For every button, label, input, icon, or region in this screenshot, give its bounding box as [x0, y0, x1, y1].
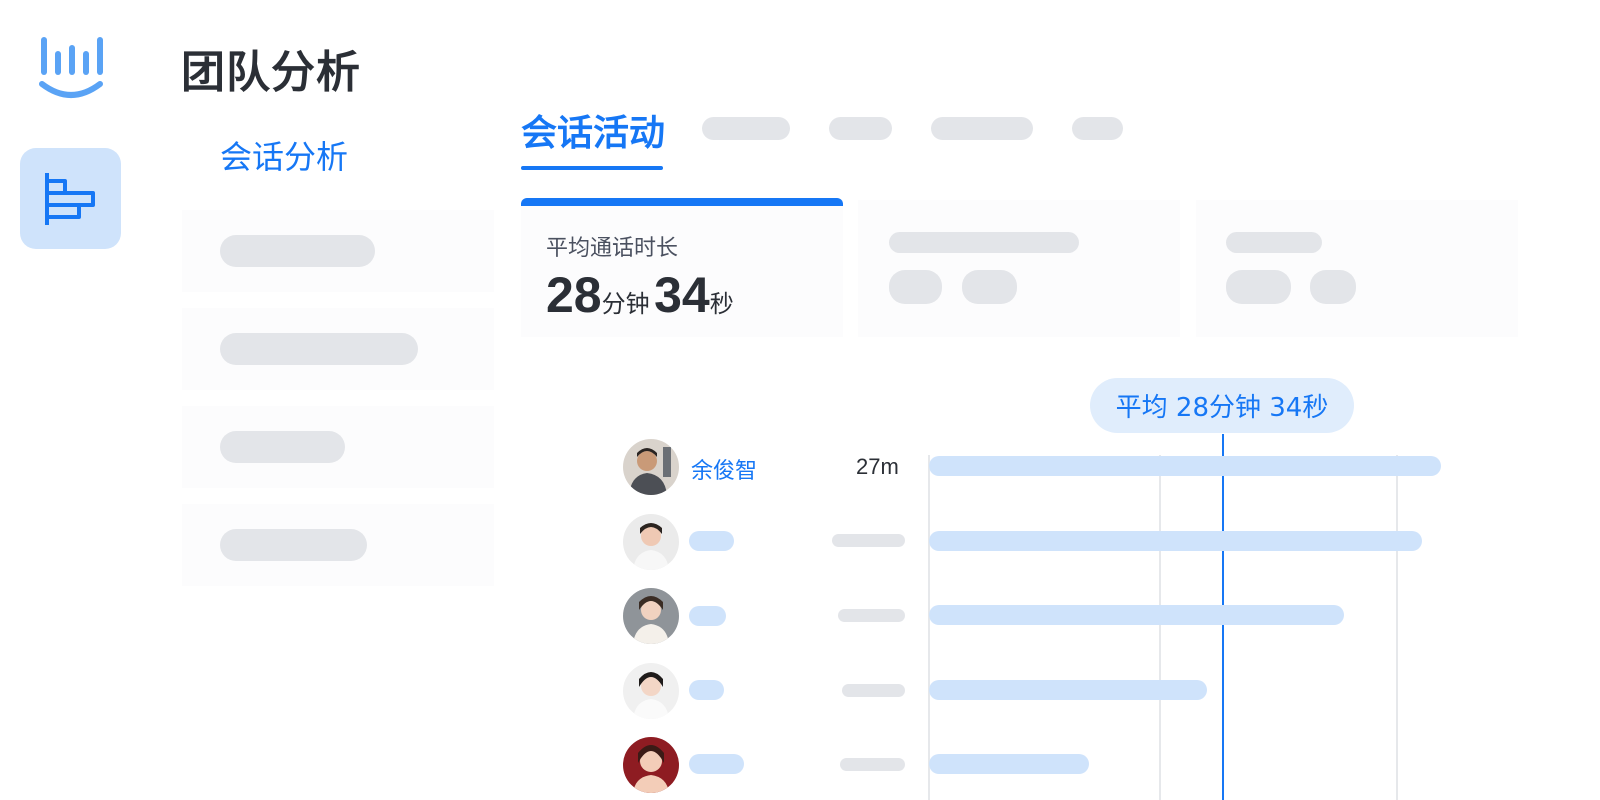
stat-seconds-unit: 秒: [709, 291, 734, 318]
tab-active-indicator: [521, 166, 663, 170]
bar-row-3[interactable]: [929, 605, 1344, 625]
chart-gridline: [1396, 455, 1398, 800]
skeleton-label: [889, 232, 1079, 253]
stat-seconds: 34: [654, 267, 710, 323]
row-name[interactable]: 余俊智: [691, 453, 757, 485]
skeleton-label: [220, 529, 367, 561]
subnav-item-placeholder[interactable]: [182, 406, 494, 488]
skeleton-label: [220, 431, 345, 463]
stat-value: 28分钟 34秒: [546, 266, 734, 324]
skeleton-name: [689, 606, 726, 626]
bar-chart-smile-logo-icon: [39, 37, 103, 98]
skeleton-name: [689, 754, 744, 774]
subnav-item-conversation-analysis[interactable]: 会话分析: [220, 132, 348, 178]
skeleton-value: [1226, 270, 1291, 304]
page-title: 团队分析: [181, 47, 361, 98]
tab-placeholder[interactable]: [931, 117, 1033, 140]
subnav-item-placeholder[interactable]: [182, 504, 494, 586]
stat-minutes: 28: [546, 267, 602, 323]
skeleton-value: [838, 609, 905, 622]
avatar[interactable]: [623, 737, 679, 793]
skeleton-label: [220, 235, 375, 267]
avatar[interactable]: [623, 663, 679, 719]
stat-label: 平均通话时长: [546, 236, 679, 261]
horizontal-bars-icon: [44, 172, 95, 225]
skeleton-value: [842, 684, 905, 697]
stat-minutes-unit: 分钟: [601, 291, 650, 318]
stat-card-placeholder[interactable]: [1196, 200, 1518, 337]
tab-placeholder[interactable]: [702, 117, 790, 140]
skeleton-label: [220, 333, 418, 365]
row-value-label: 27m: [856, 454, 899, 479]
rail-analytics-button[interactable]: [20, 148, 121, 249]
tab-conversation-activity[interactable]: 会话活动: [521, 104, 665, 156]
skeleton-value: [832, 534, 905, 547]
skeleton-value: [962, 270, 1017, 304]
chart-gridline: [1159, 455, 1161, 800]
avatar[interactable]: [623, 439, 679, 495]
skeleton-name: [689, 531, 734, 551]
bar-row-2[interactable]: [929, 531, 1422, 551]
skeleton-value: [1310, 270, 1356, 304]
tab-placeholder[interactable]: [1072, 117, 1123, 140]
avatar[interactable]: [623, 514, 679, 570]
app-logo[interactable]: [38, 34, 104, 100]
subnav-item-placeholder[interactable]: [182, 210, 494, 292]
stat-card-active-indicator: [521, 198, 843, 206]
skeleton-label: [1226, 232, 1322, 253]
skeleton-value: [889, 270, 942, 304]
skeleton-name: [689, 680, 724, 700]
skeleton-value: [840, 758, 905, 771]
tab-placeholder[interactable]: [829, 117, 892, 140]
avatar[interactable]: [623, 588, 679, 644]
chart-axis-line: [928, 455, 930, 800]
bar-row-5[interactable]: [929, 754, 1089, 774]
average-tooltip: 平均 28分钟 34秒: [1090, 378, 1354, 433]
bar-row-4[interactable]: [929, 680, 1207, 700]
stat-card-placeholder[interactable]: [858, 200, 1180, 337]
bar-row-1[interactable]: [929, 456, 1441, 476]
subnav-item-placeholder[interactable]: [182, 308, 494, 390]
